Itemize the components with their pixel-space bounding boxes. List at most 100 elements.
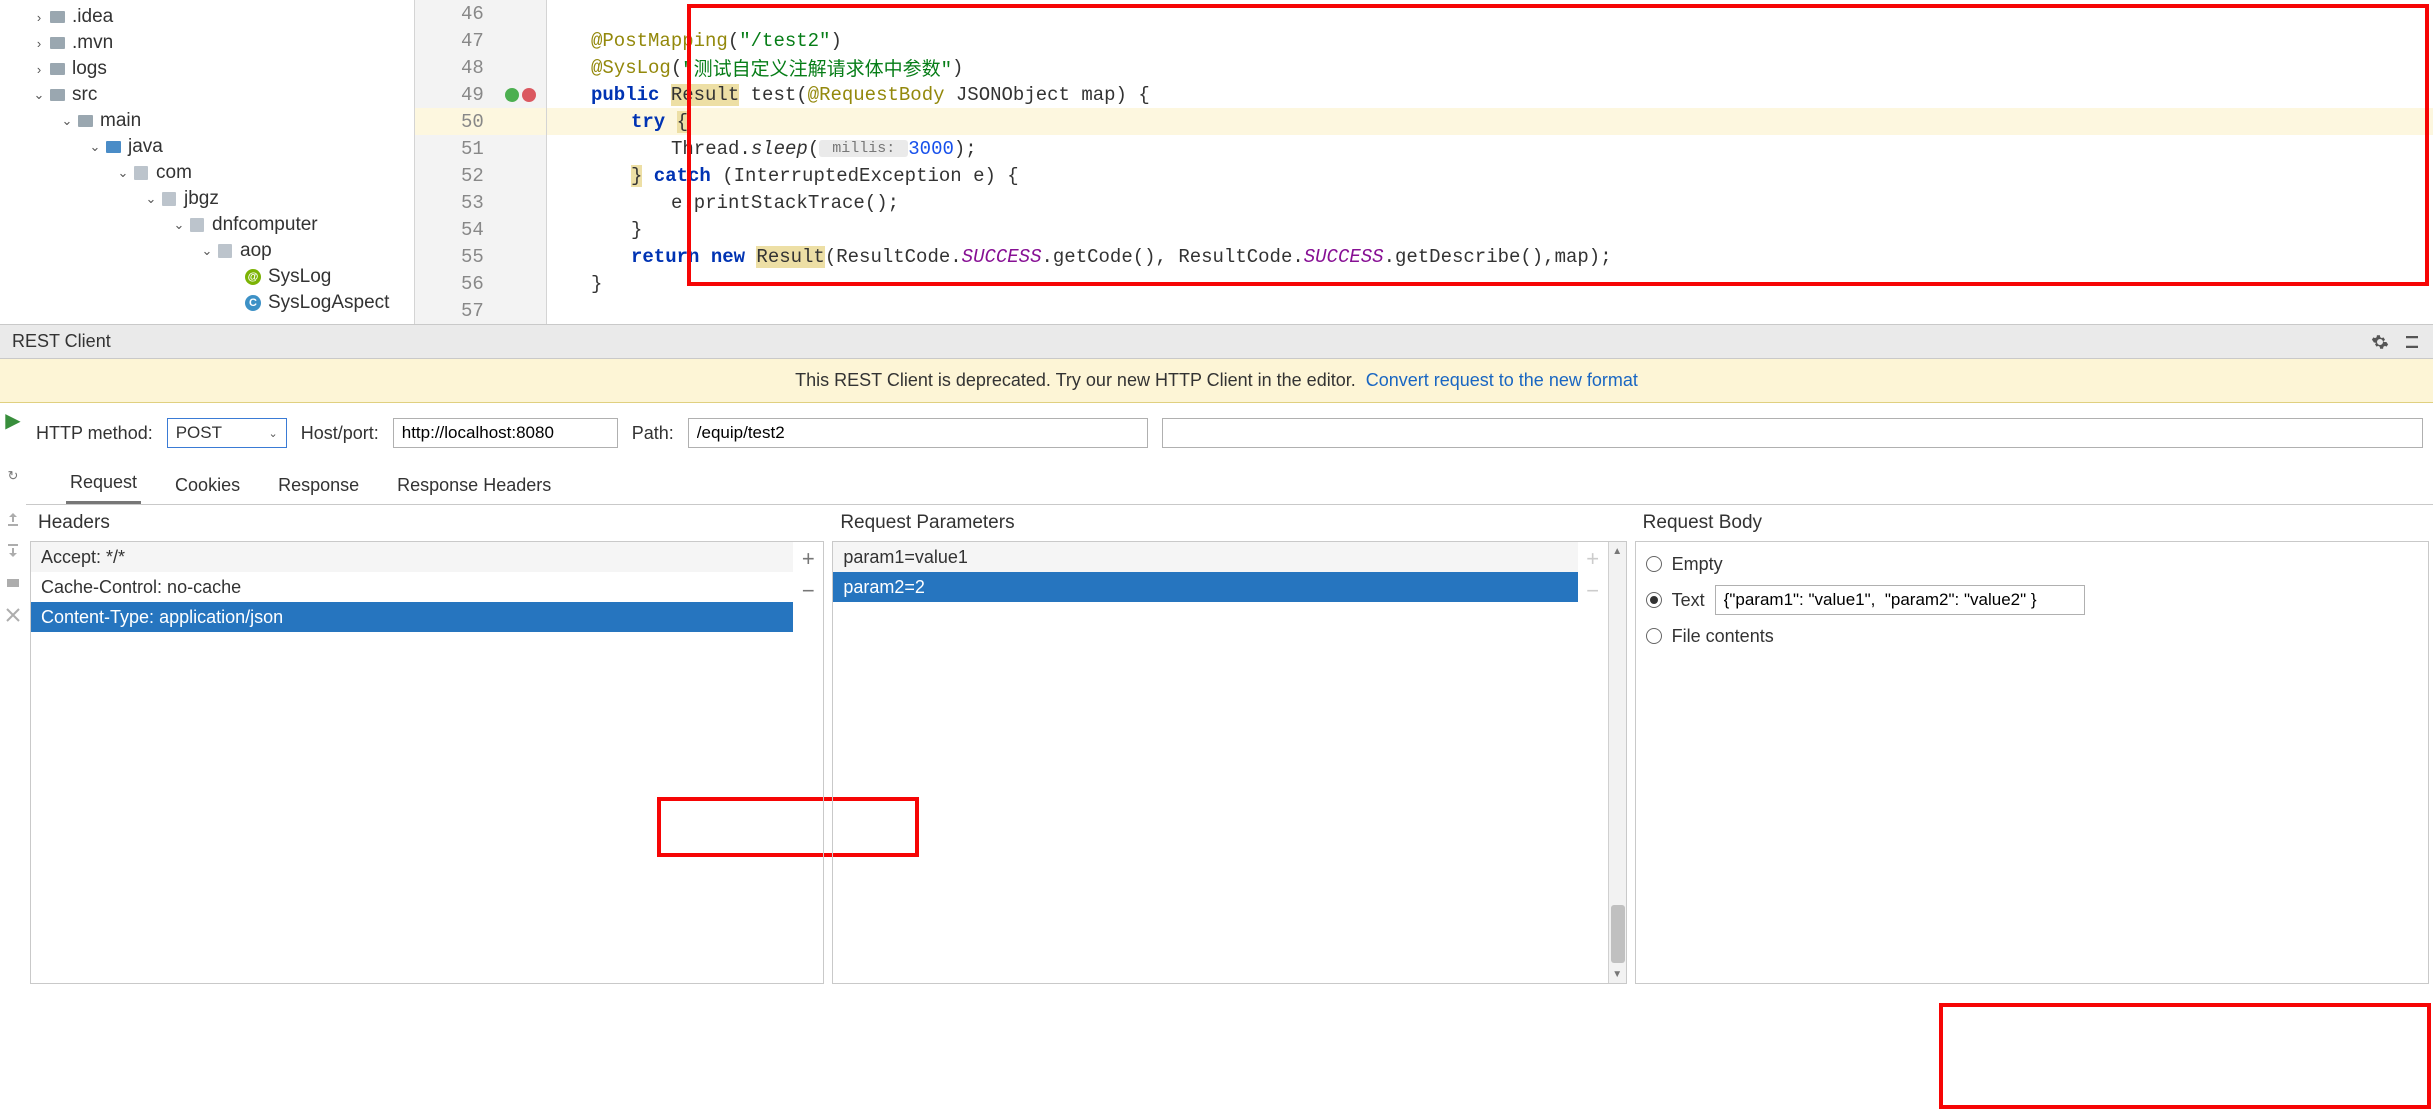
- scrollbar[interactable]: ▲ ▼: [1608, 542, 1626, 983]
- extra-input[interactable]: [1162, 418, 2423, 448]
- line-number: 50: [461, 111, 484, 133]
- highlight-annotation-box: [1939, 1003, 2431, 1109]
- tree-label: aop: [240, 240, 272, 262]
- line-number: 57: [461, 300, 484, 322]
- code-line[interactable]: [547, 0, 2433, 27]
- radio-icon[interactable]: [1646, 592, 1662, 608]
- http-method-label: HTTP method:: [36, 423, 153, 444]
- header-row[interactable]: Content-Type: application/json: [31, 602, 793, 632]
- tree-label: SysLog: [268, 266, 331, 288]
- remove-param-button[interactable]: −: [1586, 578, 1599, 604]
- chevron-down-icon[interactable]: ⌄: [114, 165, 132, 181]
- header-row[interactable]: Accept: */*: [31, 542, 793, 572]
- tree-item-com[interactable]: ⌄com: [0, 160, 414, 186]
- add-header-button[interactable]: +: [802, 546, 815, 572]
- params-list[interactable]: param1=value1 param2=2: [833, 542, 1577, 983]
- chevron-right-icon[interactable]: ›: [30, 10, 48, 25]
- body-text-option[interactable]: Text: [1646, 582, 2418, 618]
- tree-item-syslog[interactable]: @SysLog: [0, 264, 414, 290]
- scroll-down-icon[interactable]: ▼: [1609, 965, 1626, 983]
- tree-label: java: [128, 136, 163, 158]
- tree-item-idea[interactable]: › .idea: [0, 4, 414, 30]
- tab-response[interactable]: Response: [274, 467, 363, 504]
- chevron-right-icon[interactable]: ›: [30, 62, 48, 77]
- project-tree[interactable]: › .idea › .mvn ›logs ⌄src ⌄ main ⌄ java ⌄com…: [0, 0, 415, 324]
- tree-item-syslogaspect[interactable]: CSysLogAspect: [0, 290, 414, 316]
- line-number: 47: [461, 30, 484, 52]
- code-line[interactable]: [547, 297, 2433, 324]
- export-icon[interactable]: [5, 511, 21, 527]
- body-file-option[interactable]: File contents: [1646, 618, 2418, 654]
- folder-icon: [48, 34, 66, 52]
- breakpoint-gutter-icon[interactable]: [522, 88, 536, 102]
- folder-icon: [76, 112, 94, 130]
- tree-label: .mvn: [72, 32, 113, 54]
- code-line[interactable]: @SysLog("测试自定义注解请求体中参数"): [547, 54, 2433, 81]
- run-request-button[interactable]: ▶: [5, 408, 20, 433]
- chevron-down-icon[interactable]: ⌄: [30, 87, 48, 103]
- tree-item-java[interactable]: ⌄ java: [0, 134, 414, 160]
- chevron-down-icon[interactable]: ⌄: [142, 191, 160, 207]
- code-line[interactable]: }: [547, 216, 2433, 243]
- scrollbar-thumb[interactable]: [1611, 905, 1625, 963]
- code-line[interactable]: e.printStackTrace();: [547, 189, 2433, 216]
- tree-item-jbgz[interactable]: ⌄jbgz: [0, 186, 414, 212]
- code-line[interactable]: } catch (InterruptedException e) {: [547, 162, 2433, 189]
- headers-list[interactable]: Accept: */* Cache-Control: no-cache Cont…: [31, 542, 793, 983]
- settings-tool-icon[interactable]: [5, 607, 21, 623]
- banner-text: This REST Client is deprecated. Try our …: [795, 370, 1356, 391]
- code-line[interactable]: try {: [547, 108, 2433, 135]
- line-number: 48: [461, 57, 484, 79]
- gear-icon[interactable]: [2371, 333, 2389, 351]
- tree-item-logs[interactable]: ›logs: [0, 56, 414, 82]
- run-gutter-icon[interactable]: [505, 88, 519, 102]
- body-text-input[interactable]: [1715, 585, 2085, 615]
- tree-item-main[interactable]: ⌄ main: [0, 108, 414, 134]
- body-empty-option[interactable]: Empty: [1646, 546, 2418, 582]
- import-icon[interactable]: [5, 543, 21, 559]
- host-input[interactable]: [393, 418, 618, 448]
- radio-icon[interactable]: [1646, 628, 1662, 644]
- folder-icon: [48, 8, 66, 26]
- line-number: 51: [461, 138, 484, 160]
- history-icon[interactable]: ↻: [8, 468, 19, 484]
- remove-header-button[interactable]: −: [802, 578, 815, 604]
- chevron-right-icon[interactable]: ›: [30, 36, 48, 51]
- chevron-down-icon[interactable]: ⌄: [86, 139, 104, 155]
- http-method-combo[interactable]: POST ⌄: [167, 418, 287, 448]
- tab-response-headers[interactable]: Response Headers: [393, 467, 555, 504]
- code-line[interactable]: public Result test(@RequestBody JSONObje…: [547, 81, 2433, 108]
- banner-convert-link[interactable]: Convert request to the new format: [1366, 370, 1638, 391]
- chevron-down-icon[interactable]: ⌄: [198, 243, 216, 259]
- chevron-down-icon[interactable]: ⌄: [58, 113, 76, 129]
- code-line[interactable]: Thread.sleep( millis: 3000);: [547, 135, 2433, 162]
- hide-icon[interactable]: [2403, 333, 2421, 351]
- scroll-up-icon[interactable]: ▲: [1609, 542, 1626, 560]
- path-input[interactable]: [688, 418, 1148, 448]
- generate-icon[interactable]: [5, 575, 21, 591]
- rest-client-toolwindow-header: REST Client: [0, 325, 2433, 359]
- folder-icon: [104, 138, 122, 156]
- header-row[interactable]: Cache-Control: no-cache: [31, 572, 793, 602]
- path-label: Path:: [632, 423, 674, 444]
- params-title: Request Parameters: [828, 505, 1630, 541]
- tree-item-mvn[interactable]: › .mvn: [0, 30, 414, 56]
- code-line[interactable]: return new Result(ResultCode.SUCCESS.get…: [547, 243, 2433, 270]
- tree-item-aop[interactable]: ⌄ aop: [0, 238, 414, 264]
- line-gutter[interactable]: 46 47 48 49 50 51 52 53 54 55 56 57: [415, 0, 547, 324]
- add-param-button[interactable]: +: [1586, 546, 1599, 572]
- tab-cookies[interactable]: Cookies: [171, 467, 244, 504]
- tree-label: .idea: [72, 6, 113, 28]
- param-row[interactable]: param1=value1: [833, 542, 1577, 572]
- tree-item-src[interactable]: ⌄src: [0, 82, 414, 108]
- chevron-down-icon[interactable]: ⌄: [170, 217, 188, 233]
- tab-request[interactable]: Request: [66, 464, 141, 504]
- tree-item-dnfcomputer[interactable]: ⌄dnfcomputer: [0, 212, 414, 238]
- code-line[interactable]: }: [547, 270, 2433, 297]
- code-line[interactable]: @PostMapping("/test2"): [547, 27, 2433, 54]
- param-row[interactable]: param2=2: [833, 572, 1577, 602]
- code-editor[interactable]: 46 47 48 49 50 51 52 53 54 55 56 57 @Pos…: [415, 0, 2433, 324]
- body-empty-label: Empty: [1672, 554, 1723, 575]
- radio-icon[interactable]: [1646, 556, 1662, 572]
- tree-label: main: [100, 110, 141, 132]
